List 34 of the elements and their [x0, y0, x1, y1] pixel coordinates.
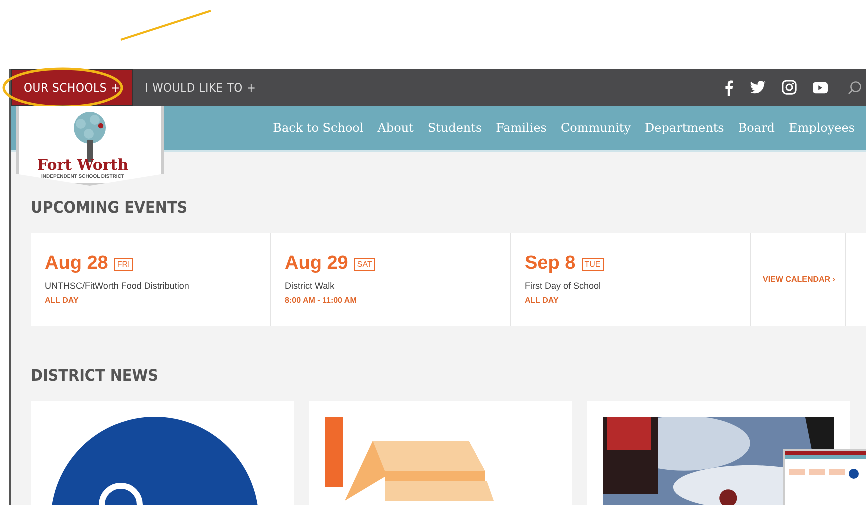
menu-tab[interactable]: I WOULD LIKE TO + [133, 69, 268, 106]
nav-link[interactable]: Families [489, 121, 554, 135]
event-time: ALL DAY [45, 296, 80, 305]
event-card[interactable]: Aug 28 FRI UNTHSC/FitWorth Food Distribution ALL DAY [31, 233, 271, 326]
facebook-icon[interactable] [724, 80, 734, 96]
nav-link[interactable]: Back to School [266, 121, 371, 135]
nav-link[interactable]: About [370, 121, 421, 135]
event-card[interactable]: Sep 8 TUE First Day of School ALL DAY [511, 233, 751, 326]
news-card[interactable] [31, 401, 294, 505]
weekday-tag: FRI [114, 258, 134, 270]
instagram-icon[interactable] [782, 80, 797, 95]
search-icon[interactable] [848, 80, 862, 94]
event-name: First Day of School [525, 281, 602, 291]
logo-name: Fort Worth [37, 156, 129, 174]
view-calendar-link[interactable]: VIEW CALENDAR › [763, 275, 836, 284]
weekday-tag: SAT [354, 258, 376, 270]
section-title: UPCOMING EVENTS [31, 198, 189, 217]
nav-link[interactable]: Employees [782, 121, 862, 135]
section-title: DISTRICT NEWS [31, 366, 160, 385]
play-icon[interactable] [813, 82, 828, 94]
event-date: Aug 29 [285, 253, 348, 275]
event-date: Aug 28 [45, 253, 108, 275]
event-name: District Walk [285, 281, 336, 291]
event-date: Sep 8 [525, 253, 576, 275]
event-name: UNTHSC/FitWorth Food Distribution [45, 281, 190, 291]
nav-link[interactable]: Students [420, 121, 490, 135]
bird-icon[interactable] [750, 81, 766, 94]
event-card[interactable]: Aug 29 SAT District Walk 8:00 AM - 11:00 AM [271, 233, 511, 326]
nav-link[interactable]: Departments [638, 121, 732, 135]
nav-link[interactable]: Board [731, 121, 782, 135]
event-time: ALL DAY [525, 296, 560, 305]
event-time: 8:00 AM - 11:00 AM [285, 296, 358, 305]
nav-link[interactable]: Community [554, 121, 638, 135]
weekday-tag: TUE [582, 258, 604, 270]
